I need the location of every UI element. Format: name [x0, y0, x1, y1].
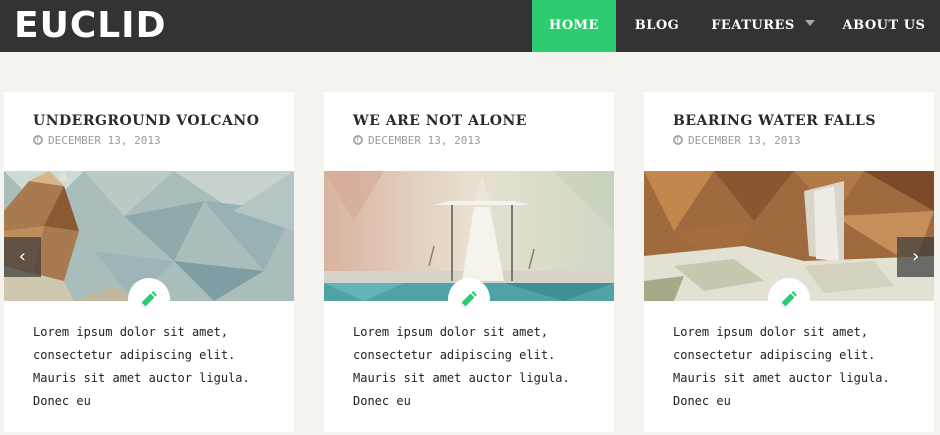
post-excerpt: Lorem ipsum dolor sit amet, consectetur …: [673, 325, 890, 408]
post-card: WE ARE NOT ALONE DECEMBER 13, 2013 Lorem…: [324, 92, 614, 432]
nav-blog[interactable]: BLOG: [616, 0, 698, 52]
post-excerpt: Lorem ipsum dolor sit amet, consectetur …: [33, 325, 250, 408]
post-title[interactable]: WE ARE NOT ALONE: [353, 113, 527, 129]
nav-home[interactable]: HOME: [532, 0, 616, 52]
caret-down-icon: [804, 20, 815, 26]
clock-icon: [353, 135, 363, 145]
post-card: BEARING WATER FALLS DECEMBER 13, 2013 Lo…: [644, 92, 934, 432]
top-navbar: EUCLID HOME BLOG FEATURES ABOUT US: [0, 0, 940, 52]
pencil-icon[interactable]: [448, 278, 490, 320]
post-excerpt: Lorem ipsum dolor sit amet, consectetur …: [353, 325, 570, 408]
post-date: DECEMBER 13, 2013: [33, 134, 161, 147]
chevron-right-icon[interactable]: ›: [897, 237, 934, 277]
post-card: UNDERGROUND VOLCANO DECEMBER 13, 2013 Lo…: [4, 92, 294, 432]
pencil-icon[interactable]: [128, 278, 170, 320]
post-date-text: DECEMBER 13, 2013: [368, 134, 481, 147]
clock-icon: [33, 135, 43, 145]
clock-icon: [673, 135, 683, 145]
nav-features[interactable]: FEATURES: [698, 0, 828, 52]
post-date: DECEMBER 13, 2013: [673, 134, 801, 147]
post-date-text: DECEMBER 13, 2013: [48, 134, 161, 147]
site-logo[interactable]: EUCLID: [14, 4, 166, 48]
pencil-icon[interactable]: [768, 278, 810, 320]
chevron-left-icon[interactable]: ‹: [4, 237, 41, 277]
post-title[interactable]: UNDERGROUND VOLCANO: [33, 113, 259, 129]
nav-about-us[interactable]: ABOUT US: [828, 0, 940, 52]
post-date-text: DECEMBER 13, 2013: [688, 134, 801, 147]
post-date: DECEMBER 13, 2013: [353, 134, 481, 147]
post-title[interactable]: BEARING WATER FALLS: [673, 113, 876, 129]
nav-features-label: FEATURES: [711, 18, 795, 33]
